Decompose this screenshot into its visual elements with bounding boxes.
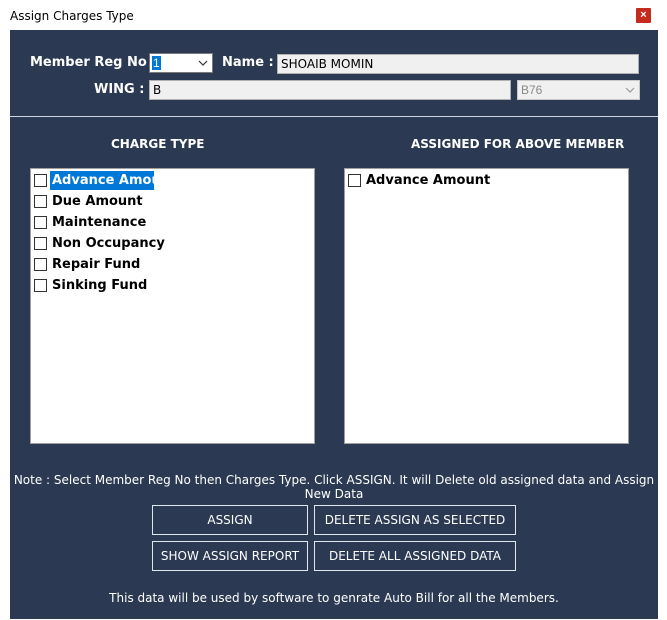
assigned-header: ASSIGNED FOR ABOVE MEMBER: [411, 137, 625, 151]
title-bar: Assign Charges Type ×: [0, 0, 667, 30]
charge-type-header: CHARGE TYPE: [111, 137, 205, 151]
checkbox[interactable]: [34, 195, 47, 208]
delete-assign-selected-button[interactable]: DELETE ASSIGN AS SELECTED: [314, 505, 516, 535]
list-item-label: Maintenance: [52, 215, 147, 230]
member-reg-select[interactable]: 1: [149, 53, 213, 73]
assigned-list[interactable]: Advance Amount: [344, 168, 629, 444]
checkbox[interactable]: [34, 237, 47, 250]
close-icon: ×: [640, 9, 647, 21]
footer-text: This data will be used by software to ge…: [109, 591, 559, 605]
note-text: Note : Select Member Reg No then Charges…: [13, 473, 655, 501]
flat-value: B76: [521, 83, 543, 97]
window-title: Assign Charges Type: [10, 9, 134, 23]
member-reg-value: 1: [152, 56, 161, 70]
list-item-label: Repair Fund: [52, 257, 141, 272]
list-item-label: Advance Amount: [366, 173, 491, 188]
chevron-down-icon: [625, 87, 635, 93]
divider: [10, 116, 658, 117]
checkbox[interactable]: [34, 216, 47, 229]
close-button[interactable]: ×: [636, 8, 651, 23]
dialog-body: Member Reg No : 1 Name : SHOAIB MOMIN WI…: [10, 30, 658, 619]
list-item-label: Advance Amoun: [50, 171, 154, 190]
member-reg-label: Member Reg No :: [30, 55, 157, 70]
list-item-label: Due Amount: [52, 194, 143, 209]
name-field[interactable]: SHOAIB MOMIN: [277, 54, 639, 74]
delete-all-assigned-button[interactable]: DELETE ALL ASSIGNED DATA: [314, 541, 516, 571]
show-assign-report-button[interactable]: SHOW ASSIGN REPORT: [152, 541, 308, 571]
chevron-down-icon: [198, 60, 208, 66]
checkbox[interactable]: [34, 258, 47, 271]
list-item-label: Non Occupancy: [52, 236, 165, 251]
name-label: Name :: [222, 55, 274, 70]
flat-select[interactable]: B76: [517, 80, 640, 100]
wing-field[interactable]: B: [149, 80, 511, 100]
list-item-label: Sinking Fund: [52, 278, 148, 293]
checkbox[interactable]: [348, 174, 361, 187]
checkbox[interactable]: [34, 174, 47, 187]
assign-button[interactable]: ASSIGN: [152, 505, 308, 535]
charge-type-list[interactable]: Advance Amoun Due Amount Maintenance Non…: [30, 168, 315, 444]
wing-label: WING :: [94, 82, 145, 97]
checkbox[interactable]: [34, 279, 47, 292]
